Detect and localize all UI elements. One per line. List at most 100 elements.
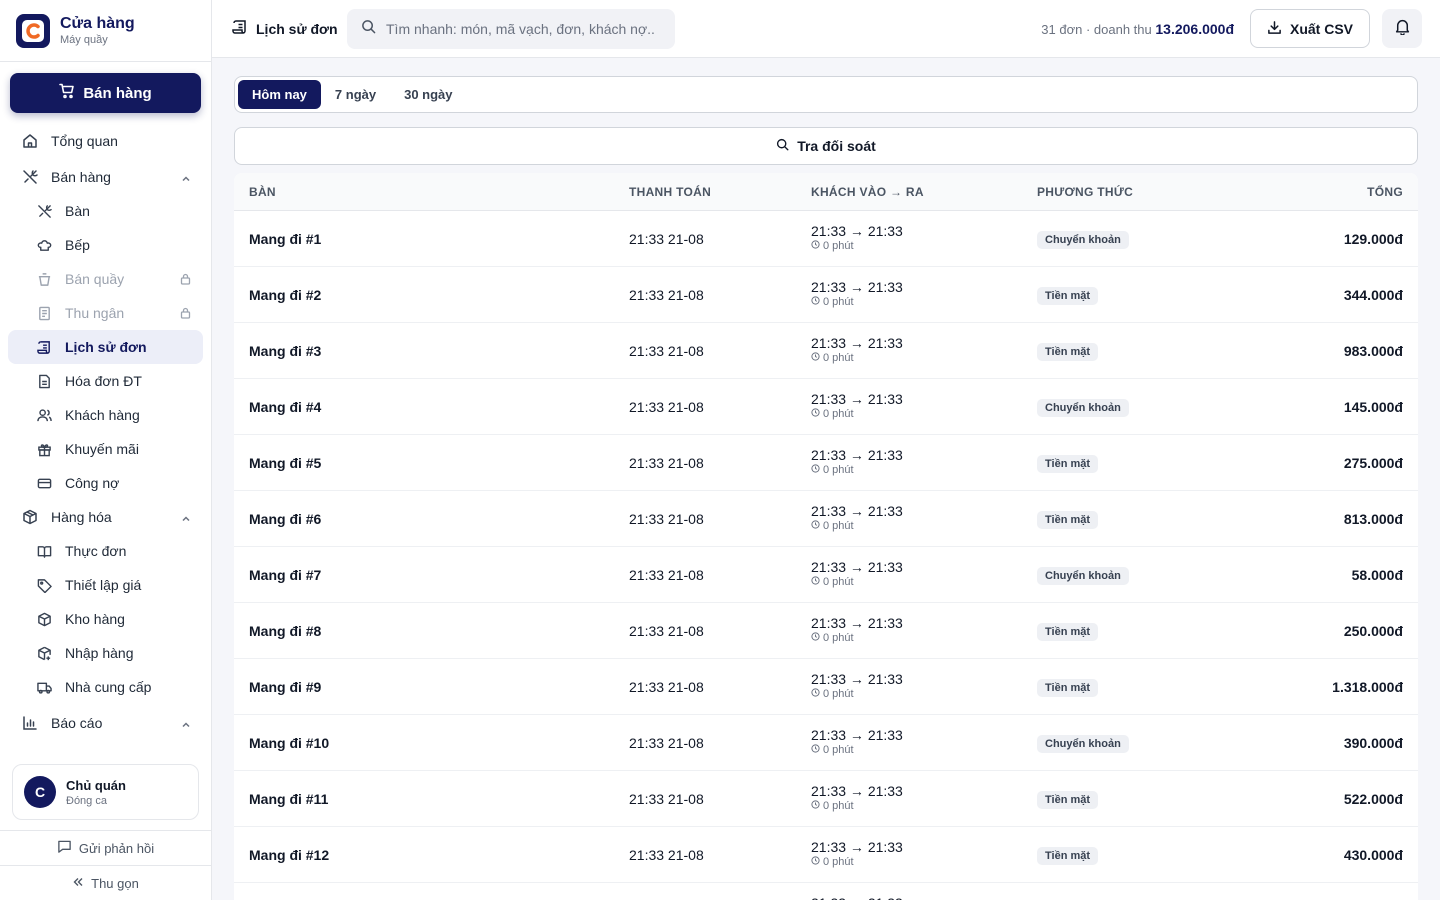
table-row[interactable]: Mang đi #7 21:33 21-08 21:33 → 21:33 0 phút… [234, 547, 1418, 603]
cell-total: 813.000đ [1343, 511, 1403, 527]
table-row[interactable]: Mang đi #8 21:33 21-08 21:33 → 21:33 0 phút… [234, 603, 1418, 659]
tab-7-days[interactable]: 7 ngày [321, 80, 390, 109]
sell-button[interactable]: Bán hàng [10, 73, 201, 113]
table-body: Mang đi #1 21:33 21-08 21:33 → 21:33 0 phút… [234, 211, 1418, 900]
table-row[interactable]: Mang đi #11 21:33 21-08 21:33 → 21:33 0 phú… [234, 771, 1418, 827]
sidebar-item-inventory[interactable]: Kho hàng [8, 602, 203, 636]
payment-method-badge: Tiền mặt [1037, 287, 1099, 305]
sidebar-item-order-history[interactable]: Lịch sử đơn [8, 330, 203, 364]
sidebar-item-promotions[interactable]: Khuyến mãi [8, 432, 203, 466]
column-header-payment[interactable]: THANH TOÁN [629, 185, 711, 199]
clock-icon [811, 352, 820, 364]
cell-table: Mang đi #3 [249, 343, 322, 359]
table-row[interactable]: 21:33 → 21:33 [234, 883, 1418, 900]
chevron-up-icon [181, 511, 191, 527]
table-row[interactable]: Mang đi #3 21:33 21-08 21:33 → 21:33 0 phút… [234, 323, 1418, 379]
sidebar-item-menu[interactable]: Thực đơn [8, 534, 203, 568]
table-row[interactable]: Mang đi #4 21:33 21-08 21:33 → 21:33 0 phút… [234, 379, 1418, 435]
sidebar-item-overview[interactable]: Tổng quan [8, 124, 203, 158]
payment-method-badge: Tiền mặt [1037, 679, 1099, 697]
cell-payment-time: 21:33 21-08 [629, 847, 704, 863]
table-row[interactable]: Mang đi #10 21:33 21-08 21:33 → 21:33 0 phú… [234, 715, 1418, 771]
avatar: C [24, 776, 56, 808]
duration: 0 phút [823, 856, 854, 868]
chevrons-left-icon [72, 876, 84, 891]
sidebar-item-tables[interactable]: Bàn [8, 194, 203, 228]
clock-icon [811, 296, 820, 308]
table-row[interactable]: Mang đi #12 21:33 21-08 21:33 → 21:33 0 phú… [234, 827, 1418, 883]
chevron-up-icon [181, 717, 191, 733]
lock-icon [180, 306, 191, 322]
sidebar-item-kitchen[interactable]: Bếp [8, 228, 203, 262]
table-row[interactable]: Mang đi #9 21:33 21-08 21:33 → 21:33 0 phút… [234, 659, 1418, 715]
brand[interactable]: Cửa hàng Máy quầy [0, 0, 211, 62]
in-out-time: 21:33 → 21:33 [811, 447, 903, 463]
lock-icon [180, 272, 191, 288]
package-plus-icon [36, 645, 52, 661]
cell-method: Tiền mặt [1037, 678, 1099, 697]
cell-method: Tiền mặt [1037, 846, 1099, 865]
table-row[interactable]: Mang đi #2 21:33 21-08 21:33 → 21:33 0 phút… [234, 267, 1418, 323]
in-out-time: 21:33 → 21:33 [811, 559, 903, 575]
reconcile-button[interactable]: Tra đối soát [234, 127, 1418, 165]
duration: 0 phút [823, 520, 854, 532]
sidebar-item-label: Khuyến mãi [65, 441, 139, 457]
sidebar-item-debts[interactable]: Công nợ [8, 466, 203, 500]
feedback-label: Gửi phản hồi [78, 840, 155, 856]
in-out-time: 21:33 → 21:33 [811, 391, 903, 407]
close-shift-link[interactable]: Đóng ca [66, 795, 126, 807]
receipt-icon [36, 305, 52, 321]
table-row[interactable]: Mang đi #5 21:33 21-08 21:33 → 21:33 0 phút… [234, 435, 1418, 491]
column-header-table[interactable]: BÀN [249, 185, 276, 199]
notifications-button[interactable] [1382, 9, 1422, 48]
sidebar-item-label: Bếp [65, 237, 90, 253]
column-header-method[interactable]: PHƯƠNG THỨC [1037, 185, 1133, 199]
cell-total: 344.000đ [1343, 287, 1403, 303]
column-header-in-out[interactable]: KHÁCH VÀO → RA [811, 185, 924, 199]
sidebar-group-goods[interactable]: Hàng hóa [8, 500, 203, 534]
in-out-time: 21:33 → 21:33 [811, 615, 903, 631]
cell-in-out: 21:33 → 21:33 0 phút [811, 335, 903, 364]
cell-in-out: 21:33 → 21:33 0 phút [811, 671, 903, 700]
sidebar-group-sales[interactable]: Bán hàng [8, 160, 203, 194]
search-box[interactable] [347, 9, 675, 49]
cell-method: Tiền mặt [1037, 454, 1099, 473]
table-row[interactable]: Mang đi #6 21:33 21-08 21:33 → 21:33 0 phút… [234, 491, 1418, 547]
sidebar-item-e-invoice[interactable]: Hóa đơn ĐT [8, 364, 203, 398]
sidebar-item-label: Bán quầy [65, 271, 125, 287]
column-header-total[interactable]: TỔNG [1367, 185, 1403, 199]
sidebar: Cửa hàng Máy quầy Bán hàng Tổng quan Bán… [0, 0, 212, 900]
sidebar-item-pricing[interactable]: Thiết lập giá [8, 568, 203, 602]
tab-30-days[interactable]: 30 ngày [390, 80, 466, 109]
cell-payment-time: 21:33 21-08 [629, 231, 704, 247]
payment-method-badge: Tiền mặt [1037, 455, 1099, 473]
truck-icon [36, 679, 52, 695]
duration: 0 phút [823, 240, 854, 252]
duration: 0 phút [823, 296, 854, 308]
package-icon [22, 509, 38, 525]
duration: 0 phút [823, 408, 854, 420]
store-logo-icon [16, 13, 50, 48]
export-csv-button[interactable]: Xuất CSV [1250, 9, 1370, 48]
sidebar-item-label: Thiết lập giá [65, 577, 142, 593]
sidebar-item-customers[interactable]: Khách hàng [8, 398, 203, 432]
cell-table: Mang đi #1 [249, 231, 322, 247]
collapse-sidebar-button[interactable]: Thu gọn [0, 865, 211, 900]
sidebar-item-import[interactable]: Nhập hàng [8, 636, 203, 670]
user-card[interactable]: C Chủ quán Đóng ca [12, 764, 199, 820]
sidebar-group-reports[interactable]: Báo cáo [8, 706, 203, 740]
in-out-time: 21:33 → 21:33 [811, 783, 903, 799]
cell-total: 58.000đ [1351, 567, 1403, 583]
top-bar: Lịch sử đơn 31 đơn · doanh thu 13.206.00… [212, 0, 1440, 58]
search-input[interactable] [386, 21, 656, 37]
bar-chart-icon [22, 715, 38, 731]
tab-today[interactable]: Hôm nay [238, 80, 321, 109]
tag-icon [36, 577, 52, 593]
cell-in-out: 21:33 → 21:33 0 phút [811, 391, 903, 420]
sidebar-item-suppliers[interactable]: Nhà cung cấp [8, 670, 203, 704]
cell-method: Tiền mặt [1037, 510, 1099, 529]
chef-hat-icon [36, 237, 52, 253]
table-row[interactable]: Mang đi #1 21:33 21-08 21:33 → 21:33 0 phút… [234, 211, 1418, 267]
payment-method-badge: Chuyển khoản [1037, 735, 1129, 753]
feedback-button[interactable]: Gửi phản hồi [0, 830, 211, 865]
